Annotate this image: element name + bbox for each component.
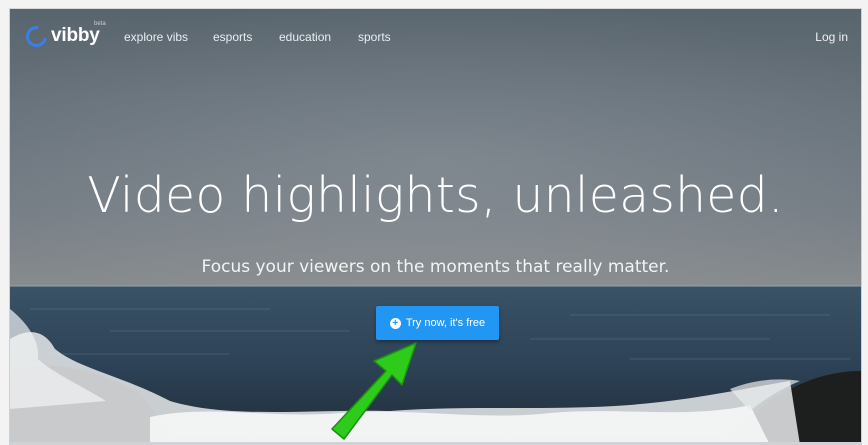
beta-tag: beta — [94, 21, 106, 27]
brand-logo[interactable]: vibby beta — [21, 21, 106, 51]
browser-viewport: vibby beta explore vibs esports educatio… — [9, 8, 862, 445]
green-arrow-annotation — [331, 342, 417, 440]
try-now-label: Try now, it's free — [405, 317, 486, 329]
nav-link-esports[interactable]: esports — [213, 30, 252, 44]
login-link[interactable]: Log in — [815, 30, 848, 44]
brand-name: vibby — [51, 25, 100, 46]
top-navbar: vibby beta explore vibs esports educatio… — [10, 9, 861, 67]
hero-subheadline: Focus your viewers on the moments that r… — [201, 257, 670, 277]
vibby-logo-icon — [21, 21, 52, 51]
hero-headline: Video highlights, unleashed. — [87, 167, 784, 224]
nav-link-sports[interactable]: sports — [358, 30, 391, 44]
plus-circle-icon: + — [389, 317, 401, 329]
nav-link-education[interactable]: education — [279, 30, 331, 44]
nav-link-explore-vibs[interactable]: explore vibs — [124, 30, 188, 44]
